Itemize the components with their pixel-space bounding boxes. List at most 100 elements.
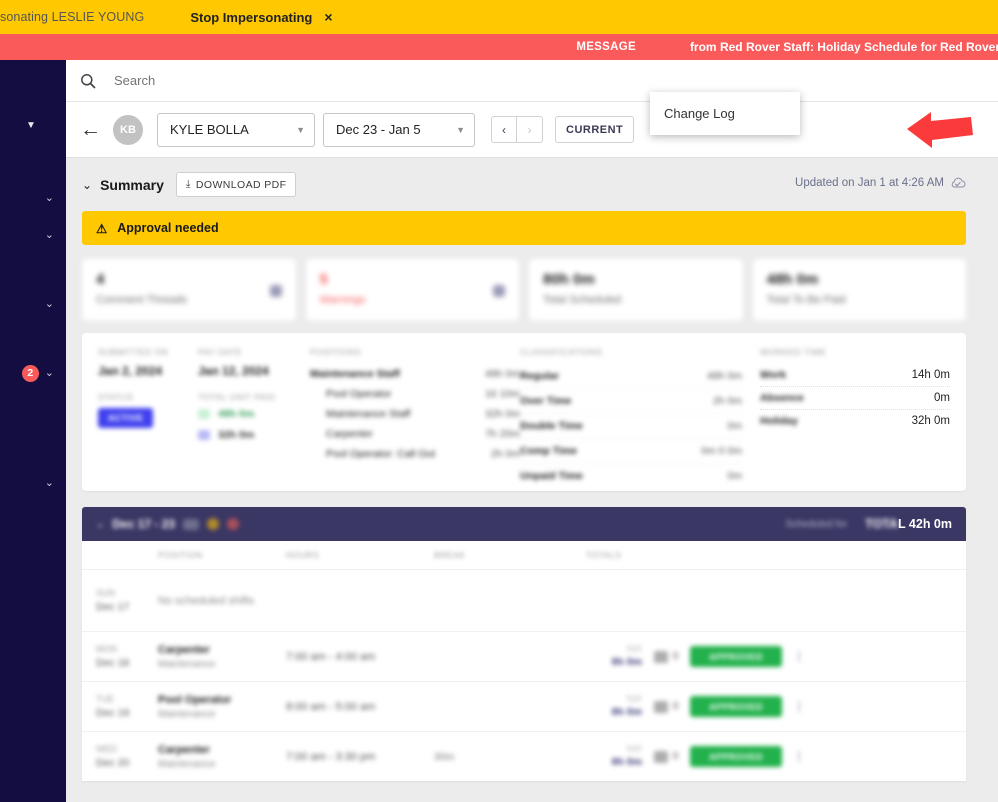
row-position: Carpenter Maintenance — [158, 744, 286, 770]
submitted-on-label: SUBMITTED ON — [98, 347, 169, 357]
schedule-week-date: Dec 17 - 23 — [112, 517, 176, 531]
row-comments[interactable]: 0 — [642, 700, 690, 713]
classification-row: Regular 48h 0m — [520, 364, 742, 389]
table-row[interactable]: SUN Dec 17 No scheduled shifts — [82, 569, 966, 631]
cloud-check-icon — [951, 177, 966, 188]
chevron-down-icon[interactable]: ⌄ — [96, 519, 104, 530]
classification-value: 48h 0m — [706, 370, 742, 382]
row-totals: TOT 8h 0m — [586, 745, 642, 768]
row-comments[interactable]: 0 — [642, 750, 690, 763]
download-pdf-button[interactable]: ⤓ DOWNLOAD PDF — [175, 172, 297, 197]
detail-paydate-column: PAY DATE Jan 12, 2024 TOTAL UNIT PAID 48… — [198, 347, 310, 477]
comment-icon — [653, 650, 668, 663]
classification-name: Regular — [520, 370, 560, 382]
sidebar-item-3[interactable]: ⌄ — [0, 291, 66, 317]
row-empty-text: No scheduled shifts — [158, 594, 254, 607]
classification-row: Double Time 0m — [520, 414, 742, 439]
position-value: 48h 0m — [484, 368, 520, 380]
back-arrow-icon[interactable]: ← — [80, 119, 101, 140]
classification-row: Over Time 2h 0m — [520, 389, 742, 414]
chevron-down-icon: ⌄ — [44, 191, 54, 204]
position-name: Pool Operator — [326, 388, 392, 400]
row-date-value: Dec 19 — [96, 707, 130, 719]
search-icon — [81, 73, 96, 88]
updated-status: Updated on Jan 1 at 4:26 AM — [795, 177, 966, 189]
column-header-totals: TOTALS — [586, 550, 622, 560]
row-hours: 7:00 am - 4:00 am — [286, 650, 376, 663]
card-label: Total Scheduled — [543, 294, 622, 306]
row-date-value: Dec 17 — [96, 601, 130, 613]
close-icon[interactable]: × — [324, 9, 332, 25]
row-position-name: Carpenter — [158, 643, 210, 656]
row-more-icon[interactable] — [782, 700, 816, 713]
message-banner-label: MESSAGE — [576, 41, 636, 53]
row-comments[interactable]: 0 — [642, 650, 690, 663]
card-warnings[interactable]: 5 Warnings — [305, 259, 519, 321]
person-select-value: KYLE BOLLA — [170, 122, 249, 137]
detail-positions-column: POSITIONS Maintenance Staff 48h 0m Pool … — [310, 347, 520, 477]
schedule-week-header[interactable]: ⌄ Dec 17 - 23 Scheduled for TOTAL 42h 0m — [82, 507, 966, 541]
menu-item-change-log[interactable]: Change Log — [650, 92, 800, 135]
row-position-name: Carpenter — [158, 743, 210, 756]
sidebar-item-4[interactable]: 2 ⌄ — [0, 360, 66, 386]
position-value: 2h 0m — [490, 448, 520, 460]
schedule-week-total: TOTAL 42h 0m — [865, 517, 952, 531]
download-pdf-label: DOWNLOAD PDF — [195, 178, 287, 191]
row-date: TUE Dec 19 — [96, 694, 158, 719]
date-range-select[interactable]: Dec 23 - Jan 5 ▼ — [323, 112, 475, 147]
row-position: Pool Operator Maintenance — [158, 694, 286, 720]
sidebar-item-2[interactable]: orts — [0, 255, 66, 281]
classification-name: Over Time — [520, 395, 572, 407]
total-row: 32h 0m — [198, 429, 310, 441]
prev-period-button[interactable]: ‹ — [491, 116, 517, 143]
sidebar-item-5[interactable]: ent ⌄ — [0, 470, 66, 496]
avatar: KB — [113, 114, 143, 145]
submitted-on-value: Jan 2, 2024 — [98, 364, 163, 378]
position-name: Maintenance Staff — [326, 408, 411, 420]
row-day: WED — [96, 744, 117, 754]
status-label: STATUS — [98, 392, 134, 402]
row-break: 30m — [434, 750, 455, 763]
search-input[interactable] — [114, 73, 434, 88]
sidebar-item-1[interactable]: ⌄ — [0, 222, 66, 248]
message-banner[interactable]: MESSAGE from Red Rover Staff: Holiday Sc… — [0, 34, 998, 60]
position-row: Pool Operator: Call Out 2h 0m — [310, 444, 520, 464]
approval-needed-banner: ⚠ Approval needed — [82, 211, 966, 245]
sidebar-collapse-icon[interactable]: ▼ — [26, 120, 36, 131]
position-row: Maintenance Staff 48h 0m — [310, 364, 520, 384]
swatch-icon — [198, 409, 210, 419]
table-row[interactable]: MON Dec 18 Carpenter Maintenance 7:00 am… — [82, 631, 966, 681]
row-more-icon[interactable] — [782, 750, 816, 763]
classification-name: Comp Time — [520, 445, 577, 457]
warning-icon: ⚠ — [96, 221, 108, 236]
position-name: Maintenance Staff — [310, 368, 400, 380]
position-name: Pool Operator: Call Out — [326, 448, 436, 460]
chevron-down-icon: ▼ — [296, 124, 305, 135]
stop-impersonating-button[interactable]: Stop Impersonating — [190, 10, 312, 25]
card-label: Comment Threads — [96, 294, 187, 306]
card-comment-threads[interactable]: 4 Comment Threads — [82, 259, 296, 321]
change-log-menu: Change Log — [650, 92, 800, 135]
timesheet-detail-panel: SUBMITTED ON Jan 2, 2024 STATUS ACTIVE P… — [82, 333, 966, 491]
row-total-value: 8h 0m — [611, 706, 642, 718]
next-period-button[interactable]: › — [517, 116, 543, 143]
card-value: 5 — [319, 271, 328, 288]
chevron-down-icon[interactable]: ⌄ — [82, 178, 92, 192]
table-row[interactable]: TUE Dec 19 Pool Operator Maintenance 8:0… — [82, 681, 966, 731]
sidebar-item-0[interactable]: ncy ⌄ — [0, 185, 66, 211]
current-period-button[interactable]: CURRENT — [555, 116, 635, 143]
row-date-value: Dec 20 — [96, 757, 130, 769]
row-totals: TOT 8h 0m — [586, 695, 642, 718]
row-date: WED Dec 20 — [96, 744, 158, 769]
row-status[interactable]: APPROVED — [690, 696, 782, 717]
table-row[interactable]: WED Dec 20 Carpenter Maintenance 7:00 am… — [82, 731, 966, 781]
pay-date-label: PAY DATE — [198, 347, 242, 357]
row-more-icon[interactable] — [782, 650, 816, 663]
column-header-break: BREAK — [434, 550, 466, 560]
comment-count: 0 — [672, 701, 679, 712]
total-row: 48h 0m — [198, 408, 310, 420]
person-select[interactable]: KYLE BOLLA ▼ — [157, 112, 315, 147]
worked-time-name: Absence — [760, 392, 804, 404]
row-status[interactable]: APPROVED — [690, 646, 782, 667]
row-status[interactable]: APPROVED — [690, 746, 782, 767]
